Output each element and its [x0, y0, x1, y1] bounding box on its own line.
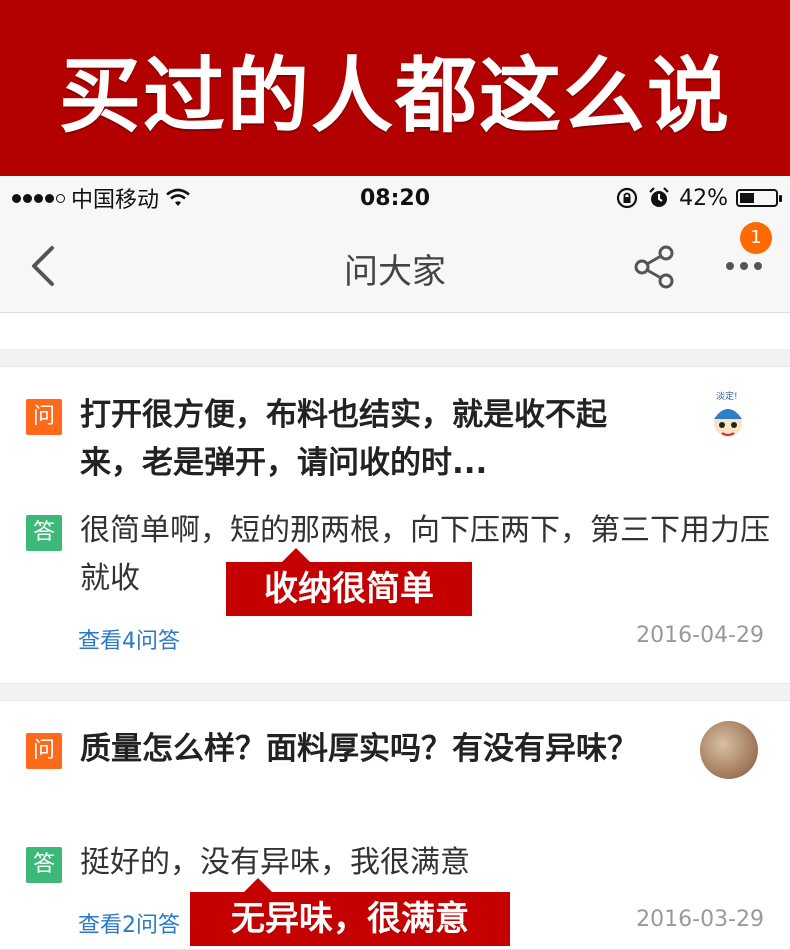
answer-date: 2016-03-29 [636, 907, 764, 932]
answer-date: 2016-04-29 [636, 623, 764, 648]
alarm-icon [649, 187, 669, 207]
share-icon[interactable] [632, 244, 678, 290]
svg-text:淡定!: 淡定! [716, 390, 738, 402]
nav-bar: 问大家 [0, 220, 790, 313]
highlight-callout: 无异味，很满意 [190, 878, 510, 946]
notification-badge: 1 [740, 222, 772, 254]
question-tag: 问 [26, 733, 62, 769]
qa-card[interactable]: 问 打开很方便，布料也结实，就是收不起来，老是弹开，请问收的时... 淡定! 答… [0, 366, 790, 684]
banner-title: 买过的人都这么说 [58, 48, 731, 144]
status-bar: 中国移动 08:20 42% [0, 176, 790, 220]
question-text[interactable]: 质量怎么样？面料厚实吗？有没有异味？ [80, 725, 640, 773]
battery-fill [740, 193, 755, 203]
cartoon-avatar-icon: 淡定! [714, 390, 742, 437]
status-right: 42% [615, 185, 782, 211]
battery-percent: 42% [679, 185, 728, 211]
rotation-lock-icon [616, 187, 638, 209]
battery-icon [736, 189, 782, 207]
question-tag: 问 [26, 399, 62, 435]
view-answers-link[interactable]: 查看4问答 [78, 623, 180, 655]
answer-tag: 答 [26, 515, 62, 551]
promo-banner: 买过的人都这么说 [0, 0, 790, 176]
previous-card-edge [0, 313, 790, 349]
user-avatar [700, 721, 758, 779]
answer-text: 挺好的，没有异味，我很满意 [80, 845, 470, 880]
view-answers-link[interactable]: 查看2问答 [78, 907, 180, 939]
answer-tag: 答 [26, 847, 62, 883]
highlight-callout: 收纳很简单 [226, 548, 472, 616]
more-icon[interactable] [722, 250, 766, 280]
question-text[interactable]: 打开很方便，布料也结实，就是收不起来，老是弹开，请问收的时... [80, 391, 640, 487]
